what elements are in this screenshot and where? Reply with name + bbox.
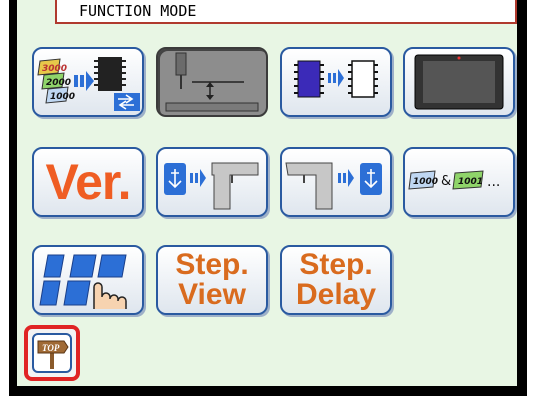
- memory-copy-icon: [294, 60, 378, 98]
- step-delay-line2: Delay: [295, 278, 377, 311]
- presser-foot-icon: [165, 52, 259, 112]
- label-2000: 2000: [46, 78, 71, 88]
- number-touch-icon: [39, 254, 127, 309]
- ampersand: &: [441, 174, 451, 189]
- top-button-highlight: TOP: [24, 325, 80, 381]
- pattern-link-icon: 1000 & 1001 ...: [408, 170, 500, 190]
- step-delay-line1: Step.: [299, 248, 373, 281]
- step-view-line1: Step.: [175, 248, 249, 281]
- label-1001: 1001: [458, 177, 483, 187]
- top-button[interactable]: TOP: [32, 333, 72, 373]
- memory-copy-button[interactable]: [280, 47, 392, 117]
- label-1000: 1000: [50, 92, 75, 102]
- ellipsis: ...: [487, 174, 500, 190]
- step-delay-button[interactable]: Step. Delay: [280, 245, 392, 315]
- data-copy-button[interactable]: 3000 2000 1000: [32, 47, 144, 117]
- usb-to-machine-icon: [164, 162, 259, 210]
- top-label: TOP: [42, 343, 60, 353]
- version-button[interactable]: Ver.: [32, 147, 144, 217]
- pattern-link-button[interactable]: 1000 & 1001 ...: [403, 147, 515, 217]
- signpost-icon: TOP: [37, 340, 69, 369]
- data-copy-icon: 3000 2000 1000: [37, 57, 140, 111]
- step-view-button[interactable]: Step. View: [156, 245, 268, 315]
- machine-to-usb-button[interactable]: [280, 147, 392, 217]
- number-input-button[interactable]: [32, 245, 144, 315]
- machine-to-usb-icon: [285, 162, 382, 210]
- page-title: FUNCTION MODE: [79, 2, 197, 20]
- step-view-line2: View: [178, 278, 246, 311]
- version-label: Ver.: [45, 154, 132, 210]
- usb-to-machine-button[interactable]: [156, 147, 268, 217]
- title-bar: FUNCTION MODE: [55, 0, 517, 24]
- panel-display-button[interactable]: [403, 47, 515, 117]
- label-3000: 3000: [42, 64, 67, 74]
- presser-height-button[interactable]: [156, 47, 268, 117]
- display-panel-icon: [414, 54, 504, 110]
- label-1000: 1000: [413, 177, 438, 187]
